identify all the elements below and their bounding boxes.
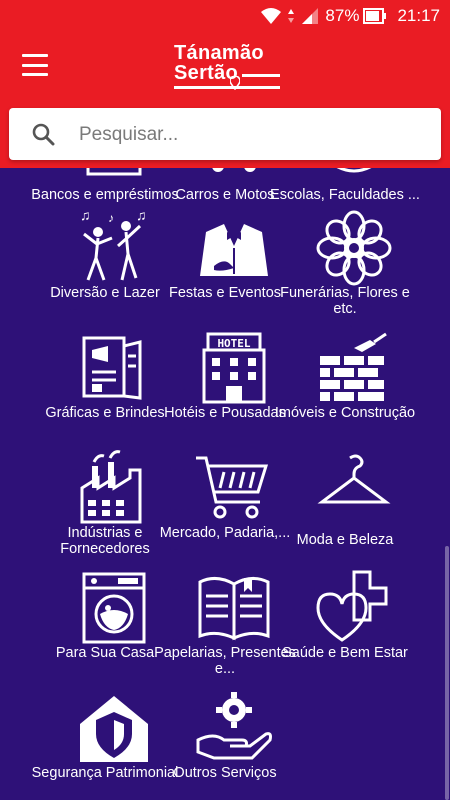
search-icon[interactable] — [31, 122, 55, 146]
signal-icon — [302, 8, 319, 24]
category-label: Funerárias, Flores e etc. — [280, 285, 410, 317]
gear-hand-icon — [196, 692, 272, 760]
open-book-icon — [198, 577, 270, 641]
factory-icon — [80, 450, 142, 524]
category-grid: Bancos e empréstimos Carros e Motos Escola… — [0, 168, 450, 800]
shopping-cart-icon — [196, 456, 269, 519]
svg-text:♫: ♫ — [80, 208, 91, 223]
wifi-icon — [261, 8, 282, 24]
location-pin-icon — [230, 76, 240, 90]
tuxedo-icon — [200, 224, 268, 276]
logo-line-1: Tánamão — [174, 42, 264, 64]
hamburger-menu-icon[interactable] — [22, 54, 48, 76]
category-label: Moda e Beleza — [296, 532, 394, 548]
hanger-icon — [317, 454, 391, 504]
dancing-people-icon: ♫ ♪ ♫ — [80, 208, 147, 281]
svg-text:♪: ♪ — [108, 211, 114, 225]
app-bar: Tánamão Sertão — [0, 32, 450, 168]
hotel-icon: HOTEL — [202, 332, 266, 404]
brick-wall-icon — [320, 332, 387, 401]
washing-machine-icon — [82, 572, 146, 644]
category-label: Imóveis e Construção — [274, 405, 416, 421]
health-heart-icon — [316, 570, 388, 642]
search-input[interactable] — [77, 118, 421, 152]
flower-icon — [316, 210, 392, 286]
app-logo: Tánamão Sertão — [170, 40, 285, 92]
category-label: Escolas, Faculdades ... — [270, 187, 420, 203]
category-label: Outros Serviços — [173, 765, 277, 781]
svg-text:♫: ♫ — [136, 208, 147, 223]
logo-line-2: Sertão — [174, 62, 239, 84]
scrollbar[interactable] — [445, 546, 449, 800]
printed-flyer-icon — [82, 336, 142, 400]
home-shield-icon — [80, 696, 148, 762]
data-transfer-icon — [288, 9, 295, 23]
svg-text:HOTEL: HOTEL — [217, 337, 250, 350]
battery-percentage: 87% — [325, 6, 360, 25]
search-bar[interactable] — [9, 108, 441, 160]
category-label: Saúde e Bem Estar — [282, 645, 408, 661]
battery-icon — [363, 8, 387, 24]
clock: 21:17 — [397, 6, 440, 25]
status-bar: 87% 21:17 — [0, 0, 450, 32]
